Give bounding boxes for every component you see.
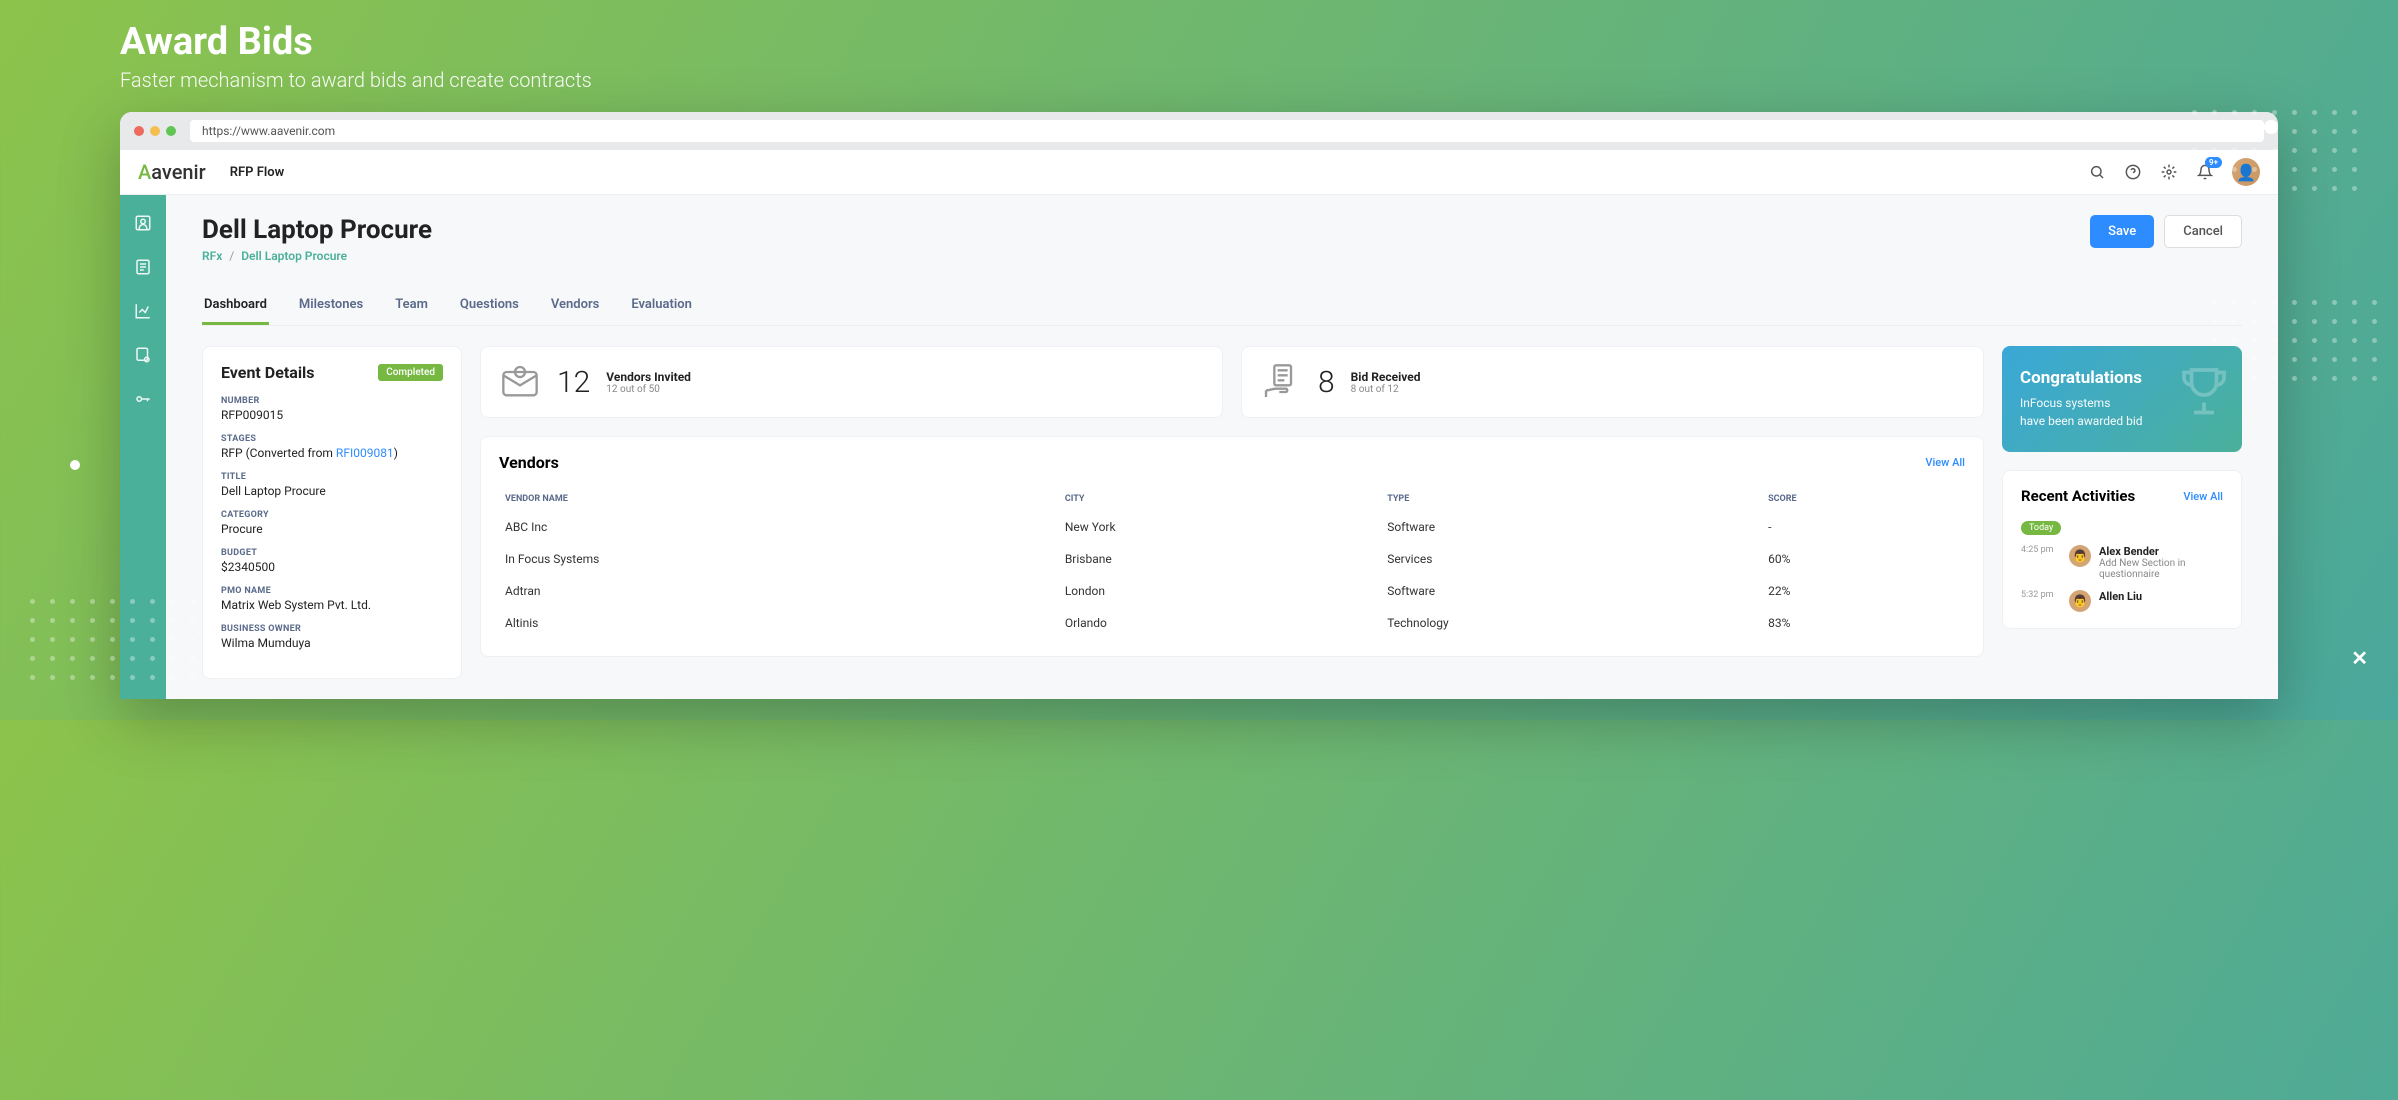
envelope-icon — [499, 361, 541, 403]
category-label: CATEGORY — [221, 510, 443, 520]
col-type: TYPE — [1383, 488, 1762, 510]
browser-window: https://www.aavenir.com Aavenir RFP Flow… — [120, 112, 2278, 699]
received-title: Bid Received — [1351, 370, 1421, 384]
gear-icon[interactable] — [2160, 163, 2178, 181]
page-title: Dell Laptop Procure — [202, 215, 432, 245]
table-row[interactable]: AltinisOrlandoTechnology83% — [501, 608, 1963, 638]
tab-team[interactable]: Team — [393, 287, 430, 325]
key-icon[interactable] — [133, 389, 153, 409]
budget-value: $2340500 — [221, 560, 443, 574]
app-name: RFP Flow — [230, 165, 284, 180]
window-maximize-button[interactable] — [166, 126, 176, 136]
bid-received-card: 8 Bid Received8 out of 12 — [1241, 346, 1984, 418]
tab-dashboard[interactable]: Dashboard — [202, 287, 269, 325]
table-row[interactable]: ABC IncNew YorkSoftware- — [501, 512, 1963, 542]
recent-view-all-link[interactable]: View All — [2183, 490, 2223, 503]
congrats-card: Congratulations InFocus systemshave been… — [2002, 346, 2242, 452]
user-avatar[interactable]: 👤 — [2232, 158, 2260, 186]
breadcrumb-root[interactable]: RFx — [202, 249, 222, 263]
settings-doc-icon[interactable] — [133, 345, 153, 365]
received-sub: 8 out of 12 — [1351, 384, 1421, 395]
window-minimize-button[interactable] — [150, 126, 160, 136]
cancel-button[interactable]: Cancel — [2164, 215, 2242, 248]
breadcrumb-leaf[interactable]: Dell Laptop Procure — [241, 249, 347, 263]
tab-evaluation[interactable]: Evaluation — [629, 287, 694, 325]
number-value: RFP009015 — [221, 408, 443, 422]
col-name: VENDOR NAME — [501, 488, 1059, 510]
received-count: 8 — [1318, 365, 1335, 400]
hand-doc-icon — [1260, 361, 1302, 403]
vendors-card: Vendors View All VENDOR NAME CITY TYPE S… — [480, 436, 1984, 657]
activity-item[interactable]: 5:32 pm 👨 Allen Liu — [2021, 590, 2223, 612]
category-value: Procure — [221, 522, 443, 536]
col-score: SCORE — [1764, 488, 1963, 510]
status-badge: Completed — [378, 364, 443, 381]
tab-questions[interactable]: Questions — [458, 287, 521, 325]
tab-vendors[interactable]: Vendors — [549, 287, 601, 325]
contact-icon[interactable] — [133, 213, 153, 233]
vendors-table: VENDOR NAME CITY TYPE SCORE ABC IncNew Y… — [499, 486, 1965, 640]
pmo-value: Matrix Web System Pvt. Ltd. — [221, 598, 443, 612]
congrats-line2: have been awarded bid — [2020, 414, 2143, 428]
owner-value: Wilma Mumduya — [221, 636, 443, 650]
chart-icon[interactable] — [133, 301, 153, 321]
pmo-label: PMO NAME — [221, 586, 443, 596]
help-icon[interactable] — [2124, 163, 2142, 181]
tabs: Dashboard Milestones Team Questions Vend… — [202, 287, 2242, 326]
tab-milestones[interactable]: Milestones — [297, 287, 365, 325]
sidebar — [120, 195, 166, 699]
vendors-title: Vendors — [499, 453, 559, 472]
url-bar[interactable]: https://www.aavenir.com — [190, 120, 2264, 142]
invited-title: Vendors Invited — [606, 370, 691, 384]
activity-item[interactable]: 4:25 pm 👨 Alex BenderAdd New Section in … — [2021, 545, 2223, 580]
notification-badge: 9+ — [2205, 157, 2222, 168]
recent-activities-card: Recent Activities View All Today 4:25 pm… — [2002, 470, 2242, 629]
activity-avatar: 👨 — [2069, 545, 2091, 567]
today-badge: Today — [2021, 521, 2061, 535]
invited-sub: 12 out of 50 — [606, 384, 691, 395]
recent-title: Recent Activities — [2021, 487, 2135, 505]
title-value: Dell Laptop Procure — [221, 484, 443, 498]
app-header: Aavenir RFP Flow 9+ 👤 — [120, 150, 2278, 195]
search-icon[interactable] — [2088, 163, 2106, 181]
event-details-title: Event Details — [221, 363, 315, 382]
stages-value: RFP (Converted from RFI009081) — [221, 446, 443, 460]
hero-title: Award Bids — [120, 20, 2278, 64]
save-button[interactable]: Save — [2090, 215, 2154, 248]
document-icon[interactable] — [133, 257, 153, 277]
owner-label: BUSINESS OWNER — [221, 624, 443, 634]
event-details-card: Event Details Completed NUMBERRFP009015 … — [202, 346, 462, 679]
vendors-invited-card: 12 Vendors Invited12 out of 50 — [480, 346, 1223, 418]
invited-count: 12 — [557, 365, 590, 400]
window-close-button[interactable] — [134, 126, 144, 136]
number-label: NUMBER — [221, 396, 443, 406]
table-row[interactable]: AdtranLondonSoftware22% — [501, 576, 1963, 606]
col-city: CITY — [1061, 488, 1381, 510]
breadcrumb: RFx / Dell Laptop Procure — [202, 249, 432, 263]
main-content: Dell Laptop Procure RFx / Dell Laptop Pr… — [166, 195, 2278, 699]
app-logo[interactable]: Aavenir — [138, 160, 206, 184]
browser-bar: https://www.aavenir.com — [120, 112, 2278, 150]
activity-avatar: 👨 — [2069, 590, 2091, 612]
hero-subtitle: Faster mechanism to award bids and creat… — [120, 68, 2278, 92]
bell-icon[interactable]: 9+ — [2196, 163, 2214, 181]
title-label: TITLE — [221, 472, 443, 482]
congrats-line1: InFocus systems — [2020, 396, 2110, 410]
stages-label: STAGES — [221, 434, 443, 444]
rfi-link[interactable]: RFI009081 — [336, 446, 394, 460]
table-row[interactable]: In Focus SystemsBrisbaneServices60% — [501, 544, 1963, 574]
vendors-view-all-link[interactable]: View All — [1925, 456, 1965, 469]
budget-label: BUDGET — [221, 548, 443, 558]
